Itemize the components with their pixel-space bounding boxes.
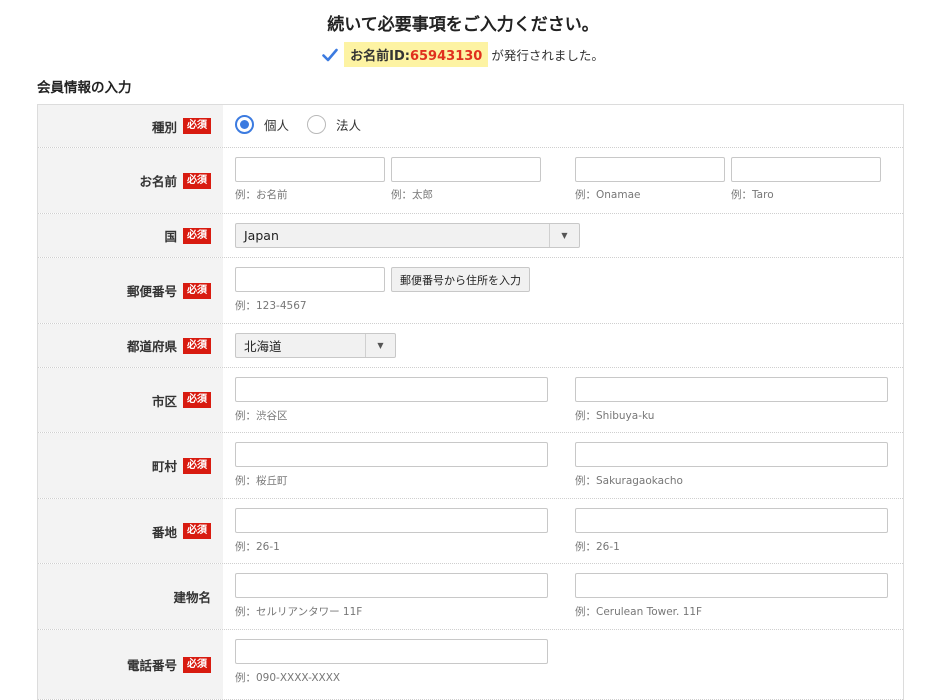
field-country: Japan ▼ [223, 214, 903, 257]
postal-code-input[interactable] [235, 267, 385, 292]
city-roman-hint: 例：Shibuya-ku [575, 410, 655, 422]
field-type: 個人 法人 [223, 105, 903, 147]
last-name-hint: 例：お名前 [235, 189, 288, 201]
prefecture-selected: 北海道 [244, 339, 282, 354]
field-prefecture: 北海道 ▼ [223, 324, 903, 367]
required-badge: 必須 [183, 337, 211, 354]
required-badge: 必須 [183, 118, 211, 134]
label-town: 町村 必須 [38, 433, 223, 498]
row-phone: 電話番号 必須 例：090-XXXX-XXXX [38, 630, 903, 700]
city-hint: 例：渋谷区 [235, 410, 288, 422]
first-name-input[interactable] [391, 157, 541, 182]
member-id-number: 65943130 [409, 49, 483, 64]
building-hint: 例：セルリアンタワー 11F [235, 606, 363, 618]
prefecture-select[interactable]: 北海道 ▼ [235, 333, 396, 358]
member-id-label: お名前ID: [350, 49, 410, 64]
phone-hint: 例：090-XXXX-XXXX [235, 672, 341, 684]
row-prefecture: 都道府県 必須 北海道 ▼ [38, 324, 903, 368]
section-title: 会員情報の入力 [37, 80, 132, 96]
street-number-hint: 例：26-1 [235, 541, 280, 553]
label-name-text: お名前 [139, 174, 177, 189]
row-name: お名前 必須 例：お名前 例：太郎 例：Onamae 例：Taro [38, 148, 903, 214]
required-badge: 必須 [183, 656, 211, 673]
label-type-text: 種別 [151, 119, 177, 135]
street-number-input[interactable] [235, 508, 548, 533]
town-input[interactable] [235, 442, 548, 467]
field-city: 例：渋谷区 例：Shibuya-ku [223, 368, 903, 432]
country-selected: Japan [244, 228, 279, 243]
row-address: 番地 必須 例：26-1 例：26-1 [38, 499, 903, 564]
postal-lookup-button[interactable]: 郵便番号から住所を入力 [391, 267, 530, 292]
radio-individual[interactable] [235, 115, 254, 134]
required-badge: 必須 [183, 282, 211, 299]
field-town: 例：桜丘町 例：Sakuragaokacho [223, 433, 903, 498]
required-badge: 必須 [183, 457, 211, 474]
postal-code-hint: 例：123-4567 [235, 300, 307, 312]
member-form: 種別 必須 個人 法人 お名前 必須 例：お名前 例：太郎 例：Onamae 例… [37, 104, 904, 700]
required-badge: 必須 [183, 523, 211, 539]
building-input[interactable] [235, 573, 548, 598]
label-phone-text: 電話番号 [126, 658, 177, 673]
town-hint: 例：桜丘町 [235, 475, 288, 487]
country-select[interactable]: Japan ▼ [235, 223, 580, 248]
check-icon [322, 48, 338, 61]
page-heading: 続いて必要事項をご入力ください。 [327, 15, 599, 35]
row-type: 種別 必須 個人 法人 [38, 105, 903, 148]
label-building: 建物名 [38, 564, 223, 629]
required-badge: 必須 [183, 392, 211, 408]
radio-corporation-label[interactable]: 法人 [336, 115, 361, 134]
building-roman-input[interactable] [575, 573, 888, 598]
type-radio-group: 個人 法人 [235, 115, 379, 134]
first-name-roman-hint: 例：Taro [731, 189, 774, 201]
label-prefecture: 都道府県 必須 [38, 324, 223, 367]
member-id-badge: お名前ID:65943130 [344, 42, 489, 67]
first-name-roman-input[interactable] [731, 157, 881, 182]
label-country-text: 国 [164, 229, 177, 244]
label-prefecture-text: 都道府県 [126, 339, 177, 354]
field-name: 例：お名前 例：太郎 例：Onamae 例：Taro [223, 148, 903, 213]
label-town-text: 町村 [151, 459, 177, 474]
row-country: 国 必須 Japan ▼ [38, 214, 903, 258]
town-roman-input[interactable] [575, 442, 888, 467]
required-badge: 必須 [183, 172, 211, 189]
label-city: 市区 必須 [38, 368, 223, 432]
first-name-hint: 例：太郎 [391, 189, 433, 201]
last-name-roman-hint: 例：Onamae [575, 189, 641, 201]
label-postal: 郵便番号 必須 [38, 258, 223, 323]
label-phone: 電話番号 必須 [38, 630, 223, 699]
town-roman-hint: 例：Sakuragaokacho [575, 475, 683, 487]
building-roman-hint: 例：Cerulean Tower. 11F [575, 606, 703, 618]
label-address-text: 番地 [151, 524, 177, 540]
field-phone: 例：090-XXXX-XXXX [223, 630, 903, 699]
field-building: 例：セルリアンタワー 11F 例：Cerulean Tower. 11F [223, 564, 903, 629]
label-country: 国 必須 [38, 214, 223, 257]
chevron-down-icon: ▼ [549, 224, 579, 247]
radio-individual-label[interactable]: 個人 [264, 115, 289, 134]
label-postal-text: 郵便番号 [126, 284, 177, 299]
chevron-down-icon: ▼ [365, 334, 395, 357]
last-name-roman-input[interactable] [575, 157, 725, 182]
street-number-roman-input[interactable] [575, 508, 888, 533]
last-name-input[interactable] [235, 157, 385, 182]
label-city-text: 市区 [151, 393, 177, 409]
row-city: 市区 必須 例：渋谷区 例：Shibuya-ku [38, 368, 903, 433]
label-name: お名前 必須 [38, 148, 223, 213]
row-town: 町村 必須 例：桜丘町 例：Sakuragaokacho [38, 433, 903, 499]
city-input[interactable] [235, 377, 548, 402]
phone-input[interactable] [235, 639, 548, 664]
street-number-roman-hint: 例：26-1 [575, 541, 620, 553]
issued-text: が発行されました。 [491, 48, 604, 63]
label-building-text: 建物名 [173, 590, 211, 605]
label-type: 種別 必須 [38, 105, 223, 147]
row-building: 建物名 例：セルリアンタワー 11F 例：Cerulean Tower. 11F [38, 564, 903, 630]
id-issued-notice: お名前ID:65943130 が発行されました。 [0, 42, 926, 67]
label-address: 番地 必須 [38, 499, 223, 563]
field-postal: 郵便番号から住所を入力 例：123-4567 [223, 258, 903, 323]
city-roman-input[interactable] [575, 377, 888, 402]
radio-corporation[interactable] [307, 115, 327, 134]
row-postal: 郵便番号 必須 郵便番号から住所を入力 例：123-4567 [38, 258, 903, 324]
required-badge: 必須 [183, 227, 211, 244]
field-address: 例：26-1 例：26-1 [223, 499, 903, 563]
